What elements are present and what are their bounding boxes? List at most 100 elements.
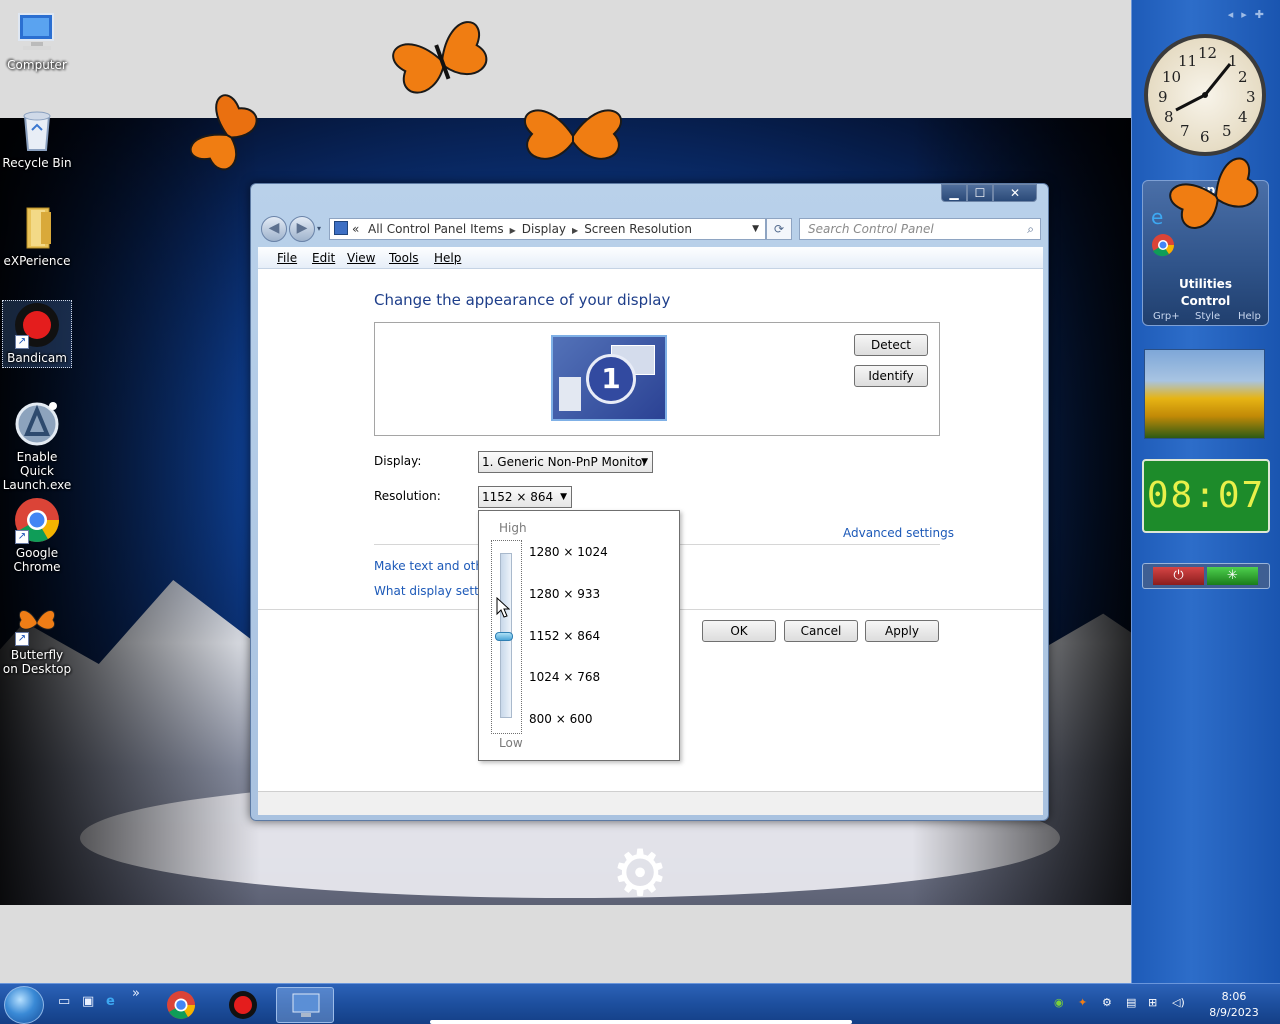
forward-button[interactable]: ▶ [289,216,315,242]
address-bar[interactable]: « All Control Panel Items ▶ Display ▶ Screen… [329,218,766,240]
help-link[interactable]: Help [1238,311,1261,322]
show-desktop-icon[interactable]: ▭ [58,994,70,1009]
content-area: Change the appearance of your display 1 … [258,269,1043,791]
start-button[interactable] [4,986,44,1024]
refresh-button[interactable]: ⟳ [766,218,792,240]
desktop-icon-label: Computer [7,58,67,72]
folder-icon [13,204,61,252]
desktop-icon-label: Recycle Bin [2,156,72,170]
menu-tools[interactable]: Tools [389,251,419,265]
windows-sidebar: ◂▸✚ 12 1 2 3 4 5 6 7 8 9 10 11 Apps e Ut… [1131,0,1280,983]
analog-clock: 12 1 2 3 4 5 6 7 8 9 10 11 [1144,34,1266,156]
network-icon[interactable]: ⊞ [1148,996,1157,1009]
switch-windows-icon[interactable]: ▣ [82,994,94,1009]
volume-icon[interactable]: ◁) [1172,996,1185,1009]
desktop-icon-computer[interactable]: Computer [2,8,72,72]
breadcrumb-overflow[interactable]: « [352,219,359,239]
power-off-icon[interactable]: ⏻ [1153,567,1204,585]
menu-view[interactable]: View [347,251,375,265]
resolution-option[interactable]: 1280 × 933 [529,587,600,601]
taskbar-control-panel[interactable] [276,987,334,1023]
sidebar-nav-icon[interactable]: ◂▸✚ [1228,8,1272,21]
menu-edit[interactable]: Edit [312,251,335,265]
menu-help[interactable]: Help [434,251,461,265]
identify-button[interactable]: Identify [854,365,928,387]
ie-icon[interactable]: e [106,994,115,1009]
desktop-icon-label: Butterfly on Desktop [2,648,72,676]
search-input[interactable]: Search Control Panel ⌕ [799,218,1041,240]
taskbar-bandicam[interactable] [214,987,272,1023]
back-button[interactable]: ◀ [261,216,287,242]
tray-document-icon[interactable]: ▤ [1126,996,1136,1009]
cancel-button[interactable]: Cancel [784,620,858,642]
slider-thumb[interactable] [495,632,513,641]
chevron-down-icon: ▼ [560,492,567,502]
search-icon[interactable]: ⌕ [1027,219,1034,239]
desktop-icon-experience[interactable]: eXPerience [2,204,72,268]
utilities-label[interactable]: Utilities [1143,277,1268,291]
resolution-slider[interactable] [491,540,522,734]
taskbar-chrome[interactable] [152,987,210,1023]
desktop-icon-label: Bandicam [7,351,67,365]
breadcrumb-display[interactable]: Display [522,222,566,236]
slideshow-gadget[interactable] [1144,349,1265,439]
maximize-button[interactable]: ☐ [967,184,993,202]
detect-button[interactable]: Detect [854,334,928,356]
bandicam-icon [229,991,257,1019]
power-gadget: ⏻ ✳ [1142,563,1270,589]
resolution-select[interactable]: 1152 × 864 ▼ [478,486,572,508]
resolution-option-selected[interactable]: 1152 × 864 [529,629,600,643]
screen-edge-highlight [430,1020,852,1024]
recent-pages-icon[interactable]: ▾ [317,224,321,233]
wallpaper-bottom [0,905,1132,983]
breadcrumb-all-items[interactable]: All Control Panel Items [368,222,504,236]
breadcrumb-screen-resolution[interactable]: Screen Resolution [584,222,692,236]
butterfly-icon[interactable]: ✦ [1078,996,1087,1009]
desktop-icon-recycle-bin[interactable]: Recycle Bin [2,106,72,170]
chrome-icon: ↗ [13,496,61,544]
desktop-icon-butterfly[interactable]: ↗ Butterfly on Desktop [2,598,72,676]
desktop-icon-quick-launch[interactable]: Enable Quick Launch.exe [2,400,72,492]
desktop-icon-bandicam[interactable]: ↗ Bandicam [2,300,72,368]
screen-resolution-window: ▁ ☐ ✕ ◀ ▶ ▾ « All Control Panel Items ▶ Di… [250,183,1049,821]
desktop-icon-chrome[interactable]: ↗ Google Chrome [2,496,72,574]
clock-hands [1175,63,1232,112]
close-button[interactable]: ✕ [993,184,1037,202]
restart-icon[interactable]: ✳ [1207,567,1258,585]
monitor-1-icon[interactable]: 1 [551,335,667,421]
control-label[interactable]: Control [1143,294,1268,308]
chevron-down-icon: ▼ [641,457,648,467]
low-label: Low [499,736,523,750]
butterfly-icon [1169,157,1259,229]
cursor-icon [496,597,510,618]
page-title: Change the appearance of your display [374,291,671,309]
tray-settings-icon[interactable]: ⚙ [1102,996,1112,1009]
grp-link[interactable]: Grp+ [1153,311,1180,322]
display-select[interactable]: 1. Generic Non-PnP Monitor ▼ [478,451,653,473]
menu-file[interactable]: File [277,251,297,265]
breadcrumb-separator-icon[interactable]: ▶ [510,226,516,235]
ok-button[interactable]: OK [702,620,776,642]
desktop-icon-label: Google Chrome [13,546,61,574]
quick-launch-overflow-icon[interactable]: » [132,986,140,1001]
taskbar: ▭ ▣ e » ◉ ✦ ⚙ ▤ ⊞ ◁) 8:06 8/9/2023 [0,983,1280,1024]
breadcrumb-separator-icon[interactable]: ▶ [572,226,578,235]
advanced-settings-link[interactable]: Advanced settings [843,526,954,540]
minimize-button[interactable]: ▁ [941,184,967,202]
control-panel-icon [334,221,348,235]
display-label: Display: [374,454,422,468]
quick-launch-icon [13,400,61,448]
ie-icon[interactable]: e [1151,205,1163,229]
butterfly-icon [524,109,622,160]
clock-date[interactable]: 8/9/2023 [1206,1006,1262,1019]
style-link[interactable]: Style [1195,311,1220,322]
address-dropdown-icon[interactable]: ▼ [752,219,759,239]
apply-button[interactable]: Apply [865,620,939,642]
tray-app-icon[interactable]: ◉ [1054,996,1064,1009]
clock-time[interactable]: 8:06 [1206,990,1262,1003]
monitor-number: 1 [586,354,636,404]
recycle-bin-icon [13,106,61,154]
resolution-option[interactable]: 1024 × 768 [529,670,600,684]
resolution-option[interactable]: 800 × 600 [529,712,593,726]
resolution-option[interactable]: 1280 × 1024 [529,545,608,559]
